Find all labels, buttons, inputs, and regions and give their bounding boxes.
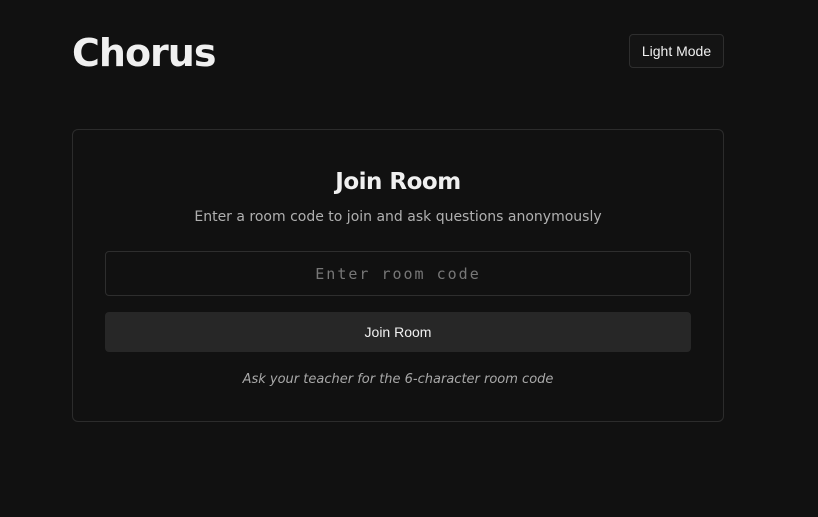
join-room-card: Join Room Enter a room code to join and … — [72, 129, 724, 422]
app-title: Chorus — [72, 31, 216, 75]
room-code-input[interactable] — [105, 251, 691, 296]
theme-toggle-button[interactable]: Light Mode — [629, 34, 724, 68]
room-code-hint: Ask your teacher for the 6-character roo… — [242, 372, 554, 387]
header: Chorus Light Mode — [72, 28, 724, 78]
join-room-button[interactable]: Join Room — [105, 312, 691, 352]
card-title: Join Room — [335, 169, 461, 195]
card-subtitle: Enter a room code to join and ask questi… — [194, 209, 602, 225]
